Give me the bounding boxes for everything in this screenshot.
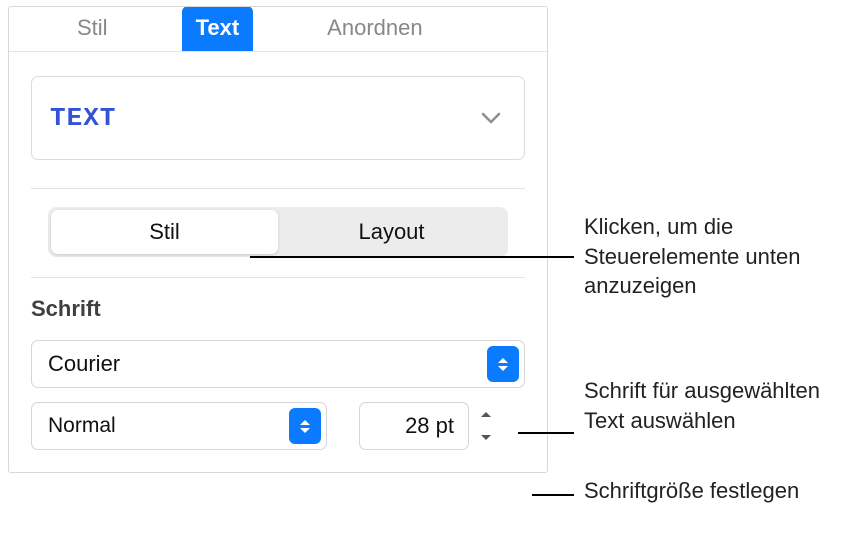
font-size-field: 28 pt — [359, 402, 497, 450]
style-layout-segmented: Stil Layout — [48, 207, 508, 257]
updown-icon — [289, 408, 321, 444]
tab-style[interactable]: Stil — [63, 7, 122, 51]
callout-style-tab: Klicken, um die Steuerelemente unten anz… — [584, 212, 854, 301]
paragraph-style-label: TEXT — [50, 103, 116, 133]
callout-font-size: Schriftgröße festlegen — [584, 476, 799, 506]
font-family-select[interactable]: Courier — [31, 340, 525, 388]
font-family-value: Courier — [48, 351, 120, 377]
font-size-stepper — [475, 406, 497, 447]
updown-icon — [487, 346, 519, 382]
divider — [31, 188, 525, 189]
callout-leader — [532, 494, 574, 496]
stepper-down-button[interactable] — [475, 429, 497, 447]
tab-arrange[interactable]: Anordnen — [313, 7, 436, 51]
font-size-input[interactable]: 28 pt — [359, 402, 469, 450]
callout-leader — [518, 432, 574, 434]
stepper-up-button[interactable] — [475, 406, 497, 424]
font-size-value: 28 pt — [405, 413, 454, 439]
callout-font-family: Schrift für ausgewählten Text auswählen — [584, 376, 854, 435]
paragraph-style-picker[interactable]: TEXT — [31, 76, 525, 160]
font-section-title: Schrift — [31, 296, 525, 322]
seg-layout-button[interactable]: Layout — [278, 210, 505, 254]
top-tabs: Stil Text Anordnen — [9, 7, 547, 52]
chevron-down-icon — [480, 107, 502, 129]
font-weight-select[interactable]: Normal — [31, 402, 327, 450]
font-weight-value: Normal — [48, 414, 116, 438]
format-sidebar: Stil Text Anordnen TEXT Stil Layout Schr… — [8, 6, 548, 473]
divider — [31, 277, 525, 278]
tab-text[interactable]: Text — [182, 6, 254, 51]
seg-style-button[interactable]: Stil — [51, 210, 278, 254]
callout-leader — [250, 256, 574, 258]
